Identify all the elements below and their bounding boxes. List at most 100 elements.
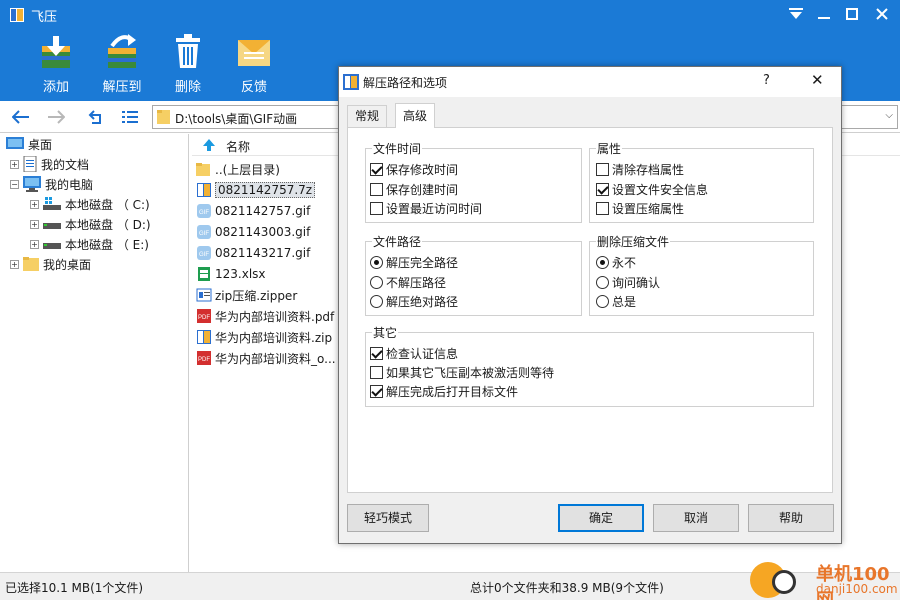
option-label: 不解压路径 xyxy=(386,276,447,290)
help-button[interactable]: 帮助 xyxy=(748,504,834,532)
close-icon[interactable] xyxy=(868,1,896,27)
clear-archive-attr-checkbox[interactable]: 清除存档属性 xyxy=(596,161,684,178)
dialog-close-icon[interactable]: ✕ xyxy=(811,71,824,89)
tree-item-my-docs[interactable]: + 我的文档 xyxy=(10,154,89,174)
file-row[interactable]: 0821142757.7z xyxy=(196,180,316,200)
file-row[interactable]: ..(上层目录) xyxy=(196,159,280,179)
no-path-radio[interactable]: 不解压路径 xyxy=(370,274,446,291)
file-row[interactable]: 华为内部培训资料.zip xyxy=(196,327,332,347)
checkbox-unchecked[interactable] xyxy=(370,366,383,379)
advanced-tab-panel: 文件时间 保存修改时间 保存创建时间 设置最近访问时间 属性 清除存档属性 设置… xyxy=(347,127,833,493)
ok-button[interactable]: 确定 xyxy=(558,504,644,532)
watermark-ring-icon xyxy=(772,570,796,594)
set-compress-attr-checkbox[interactable]: 设置压缩属性 xyxy=(596,200,684,217)
checkbox-checked[interactable] xyxy=(370,347,383,360)
svg-text:GIF: GIF xyxy=(199,210,209,216)
back-arrow-icon[interactable] xyxy=(9,105,33,129)
zipper-icon xyxy=(196,287,212,303)
absolute-path-radio[interactable]: 解压绝对路径 xyxy=(370,293,458,310)
extract-to-button[interactable]: 解压到 xyxy=(92,32,152,98)
checkbox-unchecked[interactable] xyxy=(596,202,609,215)
collapse-icon[interactable]: − xyxy=(10,179,19,189)
delete-button[interactable]: 删除 xyxy=(158,32,218,98)
view-list-icon[interactable] xyxy=(118,105,142,129)
tree-item-drive-e[interactable]: + 本地磁盘 （ E:) xyxy=(30,234,149,254)
keep-created-checkbox[interactable]: 保存创建时间 xyxy=(370,181,458,198)
dropdown-menu-icon[interactable] xyxy=(782,1,810,27)
file-row[interactable]: zip压缩.zipper xyxy=(196,285,297,305)
feedback-label: 反馈 xyxy=(240,80,267,95)
desktop-icon xyxy=(6,137,24,149)
set-access-time-checkbox[interactable]: 设置最近访问时间 xyxy=(370,200,482,217)
envelope-icon xyxy=(238,40,270,66)
tree-item-my-desktop[interactable]: + 我的桌面 xyxy=(10,254,91,274)
light-mode-button[interactable]: 轻巧模式 xyxy=(347,504,429,532)
group-title: 删除压缩文件 xyxy=(596,233,671,250)
up-level-icon[interactable] xyxy=(84,105,108,129)
radio-unchecked[interactable] xyxy=(596,276,609,289)
file-row[interactable]: GIF 0821142757.gif xyxy=(196,201,310,221)
radio-unchecked[interactable] xyxy=(370,295,383,308)
file-row[interactable]: PDF 华为内部培训资料_o... xyxy=(196,348,336,368)
svg-text:GIF: GIF xyxy=(199,231,209,237)
checkbox-checked[interactable] xyxy=(596,183,609,196)
maximize-icon[interactable] xyxy=(838,1,866,27)
option-label: 解压完成后打开目标文件 xyxy=(386,385,519,399)
file-name: 华为内部培训资料_o... xyxy=(215,351,336,366)
file-row[interactable]: GIF 0821143217.gif xyxy=(196,243,310,263)
svg-text:GIF: GIF xyxy=(199,252,209,258)
tree-item-my-computer[interactable]: − 我的电脑 xyxy=(10,174,93,194)
delete-ask-radio[interactable]: 询问确认 xyxy=(596,274,660,291)
tab-advanced[interactable]: 高级 xyxy=(395,103,436,128)
tree-item-drive-c[interactable]: + 本地磁盘 （ C:) xyxy=(30,194,150,214)
option-label: 询问确认 xyxy=(612,276,661,290)
expand-icon[interactable]: + xyxy=(30,219,39,229)
tree-label: 本地磁盘 （ C:) xyxy=(65,197,150,212)
checkbox-unchecked[interactable] xyxy=(596,163,609,176)
svg-text:PDF: PDF xyxy=(198,315,210,321)
radio-checked[interactable] xyxy=(370,256,383,269)
tab-general[interactable]: 常规 xyxy=(347,105,388,127)
forward-arrow-icon[interactable] xyxy=(44,105,68,129)
group-title: 文件路径 xyxy=(372,233,423,250)
checkbox-unchecked[interactable] xyxy=(370,202,383,215)
file-row[interactable]: GIF 0821143003.gif xyxy=(196,222,310,242)
set-security-checkbox[interactable]: 设置文件安全信息 xyxy=(596,181,708,198)
feedback-button[interactable]: 反馈 xyxy=(224,32,284,98)
keep-modified-checkbox[interactable]: 保存修改时间 xyxy=(370,161,458,178)
wait-if-active-checkbox[interactable]: 如果其它飞压副本被激活则等待 xyxy=(370,364,554,381)
expand-icon[interactable]: + xyxy=(10,159,19,169)
checkbox-unchecked[interactable] xyxy=(370,183,383,196)
tree-item-desktop[interactable]: 桌面 xyxy=(6,134,52,154)
expand-icon[interactable]: + xyxy=(30,199,39,209)
chevron-down-icon[interactable]: ⌵ xyxy=(885,110,893,121)
delete-archive-group: 删除压缩文件 永不 询问确认 总是 xyxy=(589,233,814,316)
expand-icon[interactable]: + xyxy=(30,239,39,249)
expand-icon[interactable]: + xyxy=(10,259,19,269)
delete-never-radio[interactable]: 永不 xyxy=(596,254,636,271)
option-label: 永不 xyxy=(612,256,637,270)
full-path-radio[interactable]: 解压完全路径 xyxy=(370,254,458,271)
tree-label: 桌面 xyxy=(28,137,53,152)
file-name: 0821142757.gif xyxy=(215,204,311,218)
radio-unchecked[interactable] xyxy=(370,276,383,289)
radio-unchecked[interactable] xyxy=(596,295,609,308)
open-after-extract-checkbox[interactable]: 解压完成后打开目标文件 xyxy=(370,383,518,400)
file-row[interactable]: 123.xlsx xyxy=(196,264,266,284)
tree-item-drive-d[interactable]: + 本地磁盘 （ D:) xyxy=(30,214,151,234)
checkbox-checked[interactable] xyxy=(370,385,383,398)
checkbox-checked[interactable] xyxy=(370,163,383,176)
minimize-icon[interactable] xyxy=(810,1,838,27)
radio-checked[interactable] xyxy=(596,256,609,269)
file-name: zip压缩.zipper xyxy=(215,288,298,303)
tree-label: 本地磁盘 （ E:) xyxy=(65,237,149,252)
folder-icon xyxy=(196,161,212,177)
add-button[interactable]: 添加 xyxy=(26,32,86,98)
help-icon[interactable]: ? xyxy=(763,73,770,88)
check-auth-checkbox[interactable]: 检查认证信息 xyxy=(370,345,458,362)
cancel-button[interactable]: 取消 xyxy=(653,504,739,532)
extract-to-label: 解压到 xyxy=(102,80,142,95)
file-row[interactable]: PDF 华为内部培训资料.pdf xyxy=(196,306,334,326)
extract-options-dialog: 解压路径和选项 ? ✕ 常规 高级 文件时间 保存修改时间 保存创建时间 设置最… xyxy=(338,66,842,544)
delete-always-radio[interactable]: 总是 xyxy=(596,293,636,310)
